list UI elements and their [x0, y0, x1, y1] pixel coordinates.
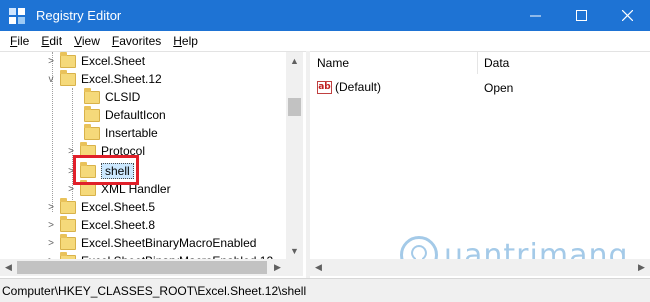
menu-file[interactable]: File	[4, 34, 35, 48]
window-title: Registry Editor	[36, 8, 122, 23]
scroll-right-icon[interactable]: ▶	[269, 259, 286, 276]
tree-item-excel-sheet-5[interactable]: > Excel.Sheet.5	[46, 197, 155, 216]
column-header-name[interactable]: Name	[317, 56, 349, 70]
status-bar: Computer\HKEY_CLASSES_ROOT\Excel.Sheet.1…	[0, 278, 650, 302]
scrollbar-thumb[interactable]	[17, 261, 267, 274]
scroll-down-icon[interactable]: ▼	[286, 242, 303, 259]
expand-chevron-icon[interactable]: >	[46, 56, 56, 67]
expand-chevron-icon[interactable]: >	[46, 220, 56, 231]
tree-item-clsid[interactable]: CLSID	[84, 87, 140, 106]
scrollbar-thumb[interactable]	[288, 98, 301, 116]
tree-horizontal-scrollbar[interactable]: ◀ ▶	[0, 259, 303, 276]
registry-editor-icon	[8, 7, 26, 25]
folder-icon	[60, 52, 76, 68]
title-bar[interactable]: Registry Editor	[0, 0, 650, 31]
values-horizontal-scrollbar[interactable]: ◀ ▶	[310, 259, 650, 276]
value-name: (Default)	[335, 80, 382, 94]
value-data: Open	[484, 81, 514, 95]
folder-icon	[60, 233, 76, 250]
expand-chevron-icon[interactable]: >	[66, 184, 76, 195]
maximize-icon	[575, 10, 587, 21]
scroll-left-icon[interactable]: ◀	[0, 259, 17, 276]
tree-item-defaulticon[interactable]: DefaultIcon	[84, 105, 166, 124]
menu-edit[interactable]: Edit	[35, 34, 68, 48]
tree-vertical-scrollbar[interactable]: ▲ ▼	[286, 52, 303, 259]
folder-icon	[60, 215, 76, 232]
expand-chevron-icon[interactable]: >	[46, 238, 56, 249]
scroll-right-icon[interactable]: ▶	[633, 259, 650, 276]
column-header-data[interactable]: Data	[484, 56, 509, 70]
value-row[interactable]: ab (Default)	[317, 80, 381, 94]
menu-view[interactable]: View	[68, 34, 106, 48]
tree-item-excel-sheet-8[interactable]: > Excel.Sheet.8	[46, 215, 155, 234]
registry-tree-pane[interactable]: > Excel.Sheet v Excel.Sheet.12 CLSID Def…	[0, 51, 306, 278]
close-icon	[621, 10, 633, 21]
menu-favorites[interactable]: Favorites	[106, 34, 167, 48]
string-value-icon: ab	[317, 80, 332, 94]
maximize-button[interactable]	[558, 0, 604, 31]
key-path: Computer\HKEY_CLASSES_ROOT\Excel.Sheet.1…	[2, 283, 307, 298]
expand-chevron-icon[interactable]: >	[46, 202, 56, 213]
tree-item-insertable[interactable]: Insertable	[84, 123, 158, 142]
minimize-icon	[529, 15, 541, 17]
folder-icon	[60, 197, 76, 214]
scroll-up-icon[interactable]: ▲	[286, 52, 303, 69]
column-divider[interactable]	[477, 52, 478, 74]
menu-bar: File Edit View Favorites Help	[0, 31, 650, 51]
collapse-chevron-icon[interactable]: v	[46, 74, 56, 85]
folder-icon	[84, 123, 100, 140]
folder-icon	[84, 87, 100, 104]
minimize-button[interactable]	[512, 0, 558, 31]
close-button[interactable]	[604, 0, 650, 31]
tree-item-excel-sheet[interactable]: > Excel.Sheet	[46, 52, 145, 70]
menu-help[interactable]: Help	[167, 34, 204, 48]
scroll-left-icon[interactable]: ◀	[310, 259, 327, 276]
tree-item-excel-sheet-12[interactable]: v Excel.Sheet.12	[46, 69, 162, 88]
tree-item-excel-sheetbinarymacroenabled[interactable]: > Excel.SheetBinaryMacroEnabled	[46, 233, 256, 252]
folder-icon	[84, 105, 100, 122]
highlight-annotation	[73, 155, 139, 185]
folder-icon	[60, 69, 76, 86]
